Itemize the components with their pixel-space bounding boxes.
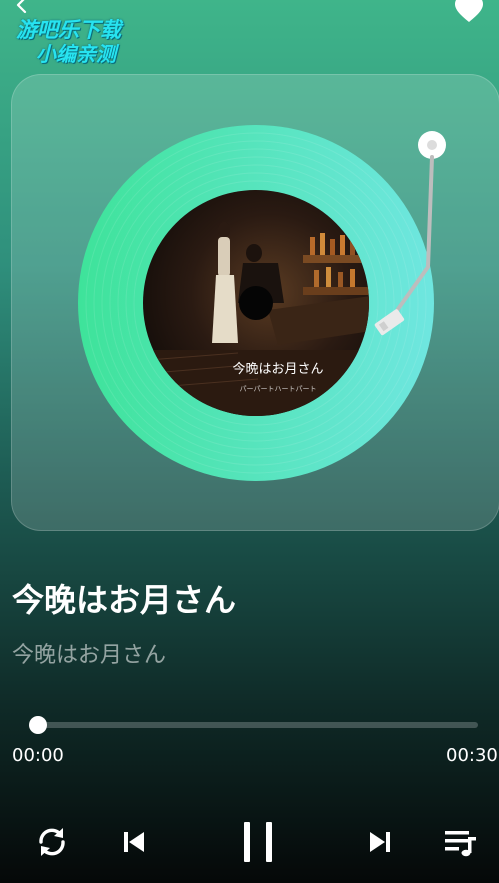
album-art-subtitle: パーパートハートパート [240, 385, 317, 393]
album-card: 今晩はお月さん パーパートハートパート [11, 74, 499, 531]
repeat-icon [39, 828, 65, 856]
skip-next-icon [370, 832, 390, 852]
repeat-button[interactable] [30, 812, 74, 872]
heart-icon [455, 0, 483, 22]
watermark-line-2: 小编亲测 [36, 42, 116, 66]
vinyl-spindle-hole [239, 286, 273, 320]
total-time: 00:30 [446, 745, 498, 766]
favorite-button[interactable] [453, 0, 485, 26]
playlist-icon [445, 831, 476, 857]
progress-track[interactable] [32, 722, 478, 728]
song-artist: 今晚はお月さん [12, 643, 167, 668]
tonearm [374, 131, 446, 336]
play-pause-button[interactable] [230, 812, 286, 872]
progress-slider[interactable] [28, 714, 480, 736]
next-button[interactable] [358, 812, 402, 872]
skip-previous-icon [124, 832, 144, 852]
current-time: 00:00 [12, 745, 64, 766]
song-title: 今晚はお月さん [12, 581, 237, 619]
playlist-button[interactable] [438, 812, 482, 872]
progress-thumb[interactable] [29, 716, 47, 734]
album-art-title: 今晩はお月さん [232, 361, 323, 377]
previous-button[interactable] [112, 812, 156, 872]
pause-icon [244, 822, 272, 862]
top-bar: 游吧乐下载 小编亲测 [0, 0, 499, 70]
watermark-logo: 游吧乐下载 小编亲测 [16, 14, 146, 66]
